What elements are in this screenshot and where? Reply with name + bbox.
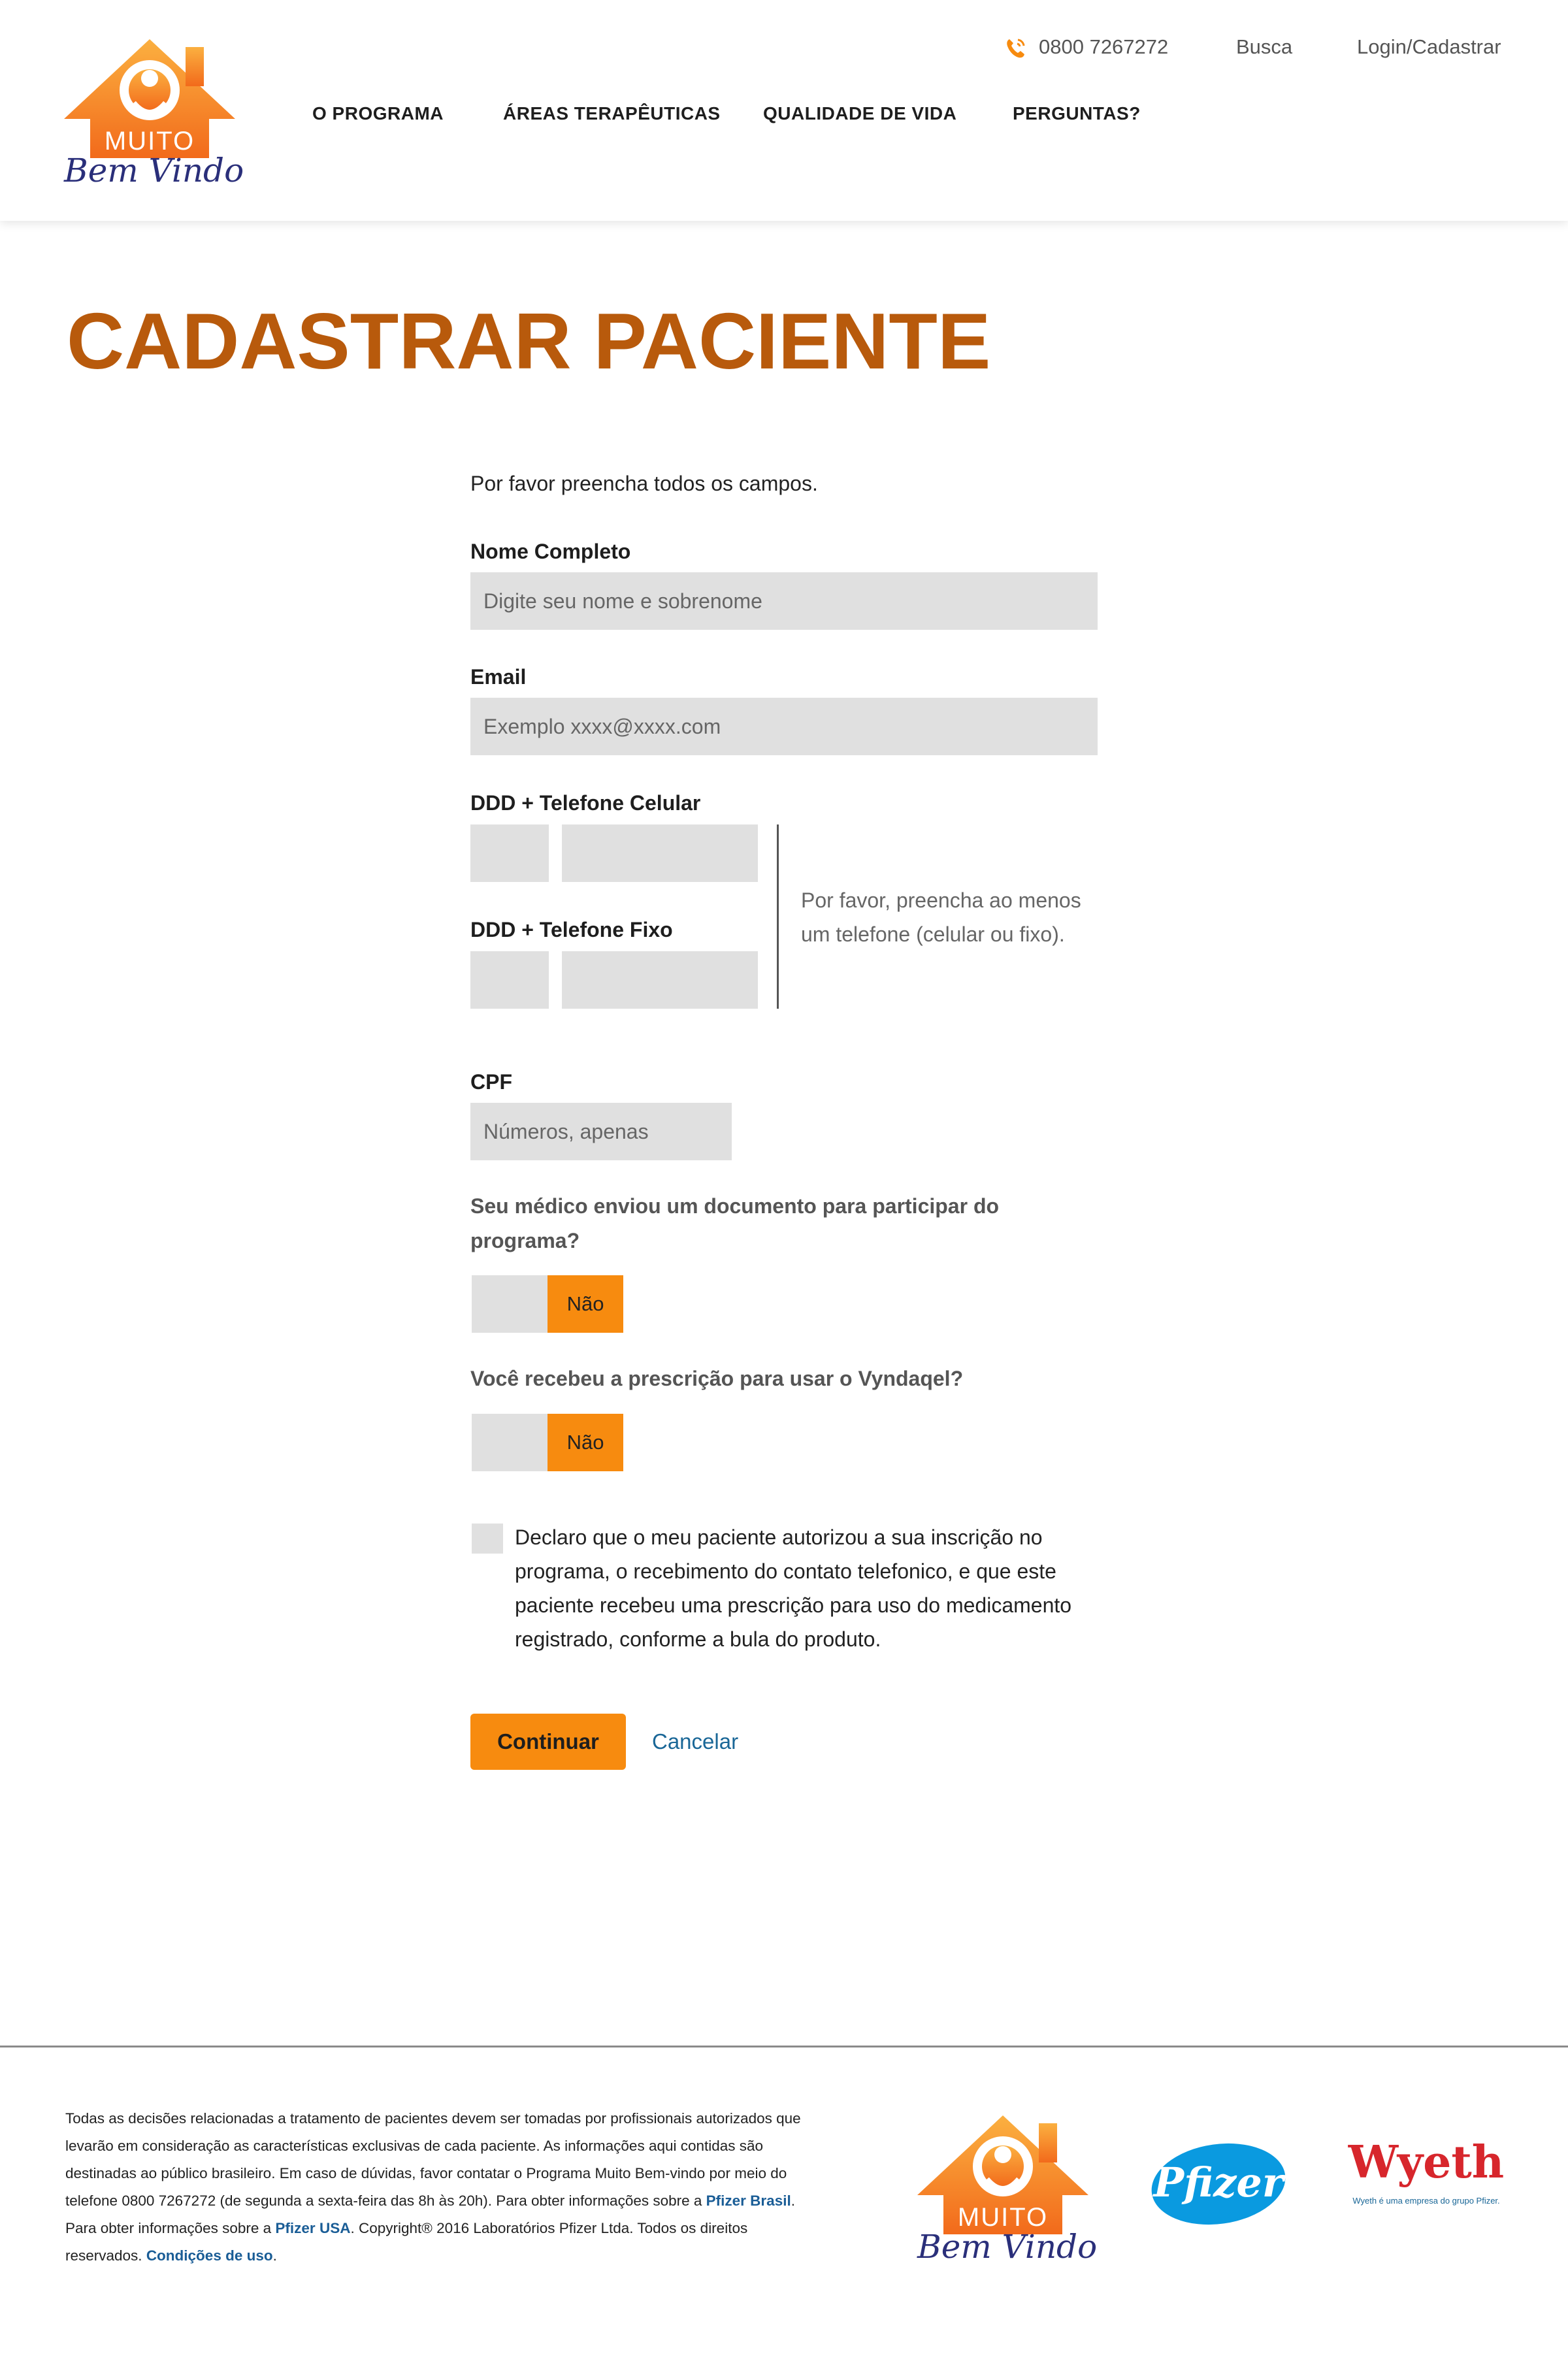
phone-divider (777, 824, 779, 1009)
cancel-link[interactable]: Cancelar (652, 1727, 738, 1756)
toggle-nao-option[interactable]: Não (547, 1275, 623, 1333)
pfizer-wordmark: Pfizer (1153, 2159, 1284, 2206)
footer-disclaimer: Todas as decisões relacionadas a tratame… (65, 2105, 804, 2270)
muito-bem-vindo-logo[interactable]: MUITO Bem Vindo (64, 35, 244, 192)
name-input[interactable] (470, 572, 1098, 630)
nav-o-programa[interactable]: O PROGRAMA (312, 99, 444, 128)
page-title: CADASTRAR PACIENTE (67, 297, 991, 385)
consent-checkbox[interactable] (472, 1524, 503, 1554)
footer-text-part: Todas as decisões relacionadas a tratame… (65, 2110, 801, 2209)
email-input[interactable] (470, 698, 1098, 755)
pfizer-logo[interactable]: Pfizer (1146, 2135, 1291, 2233)
continue-button[interactable]: Continuar (470, 1714, 626, 1770)
terms-link[interactable]: Condições de uso (146, 2247, 273, 2264)
site-header: MUITO Bem Vindo 0800 7267272 Busca Login… (0, 0, 1568, 221)
cell-ddd-input[interactable] (470, 824, 549, 882)
phone-icon (1007, 39, 1025, 58)
wyeth-wordmark: Wyeth (1348, 2136, 1505, 2189)
cpf-input[interactable] (470, 1103, 732, 1160)
toggle-nao-option[interactable]: Não (547, 1414, 623, 1471)
footer-text-part: . (272, 2247, 277, 2264)
email-label: Email (470, 665, 527, 689)
phone-hint: Por favor, preencha ao menos um telefone… (801, 889, 1081, 946)
cell-number-input[interactable] (562, 824, 758, 882)
search-link[interactable]: Busca (1236, 33, 1292, 61)
logo-bem-vindo-text: Bem Vindo (917, 2228, 1098, 2266)
nav-qualidade-de-vida[interactable]: QUALIDADE DE VIDA (763, 99, 956, 128)
name-label: Nome Completo (470, 540, 631, 563)
cpf-label: CPF (470, 1070, 512, 1094)
pfizer-usa-link[interactable]: Pfizer USA (275, 2220, 350, 2236)
wyeth-logo[interactable]: Wyeth Wyeth é uma empresa do grupo Pfize… (1346, 2135, 1507, 2213)
doctor-document-question: Seu médico enviou um documento para part… (470, 1194, 1000, 1252)
logo-bem-vindo-text: Bem Vindo (64, 152, 244, 189)
toggle-sim-option[interactable] (472, 1275, 547, 1333)
nav-perguntas[interactable]: PERGUNTAS? (1013, 99, 1141, 128)
phone-number[interactable]: 0800 7267272 (1039, 33, 1168, 61)
login-link[interactable]: Login/Cadastrar (1357, 33, 1501, 61)
nav-areas-terapeuticas[interactable]: ÁREAS TERAPÊUTICAS (503, 99, 721, 128)
cell-phone-label: DDD + Telefone Celular (470, 791, 701, 815)
landline-label: DDD + Telefone Fixo (470, 918, 673, 941)
pfizer-brasil-link[interactable]: Pfizer Brasil (706, 2193, 791, 2209)
form-intro: Por favor preencha todos os campos. (470, 472, 818, 495)
landline-ddd-input[interactable] (470, 951, 549, 1009)
prescription-question: Você recebeu a prescrição para usar o Vy… (470, 1367, 964, 1390)
consent-text: Declaro que o meu paciente autorizou a s… (515, 1525, 1072, 1651)
toggle-sim-option[interactable] (472, 1414, 547, 1471)
footer-divider (0, 2046, 1568, 2047)
footer-muito-bem-vindo-logo[interactable]: MUITO Bem Vindo (917, 2112, 1098, 2268)
wyeth-tagline: Wyeth é uma empresa do grupo Pfizer. (1352, 2196, 1500, 2206)
landline-number-input[interactable] (562, 951, 758, 1009)
